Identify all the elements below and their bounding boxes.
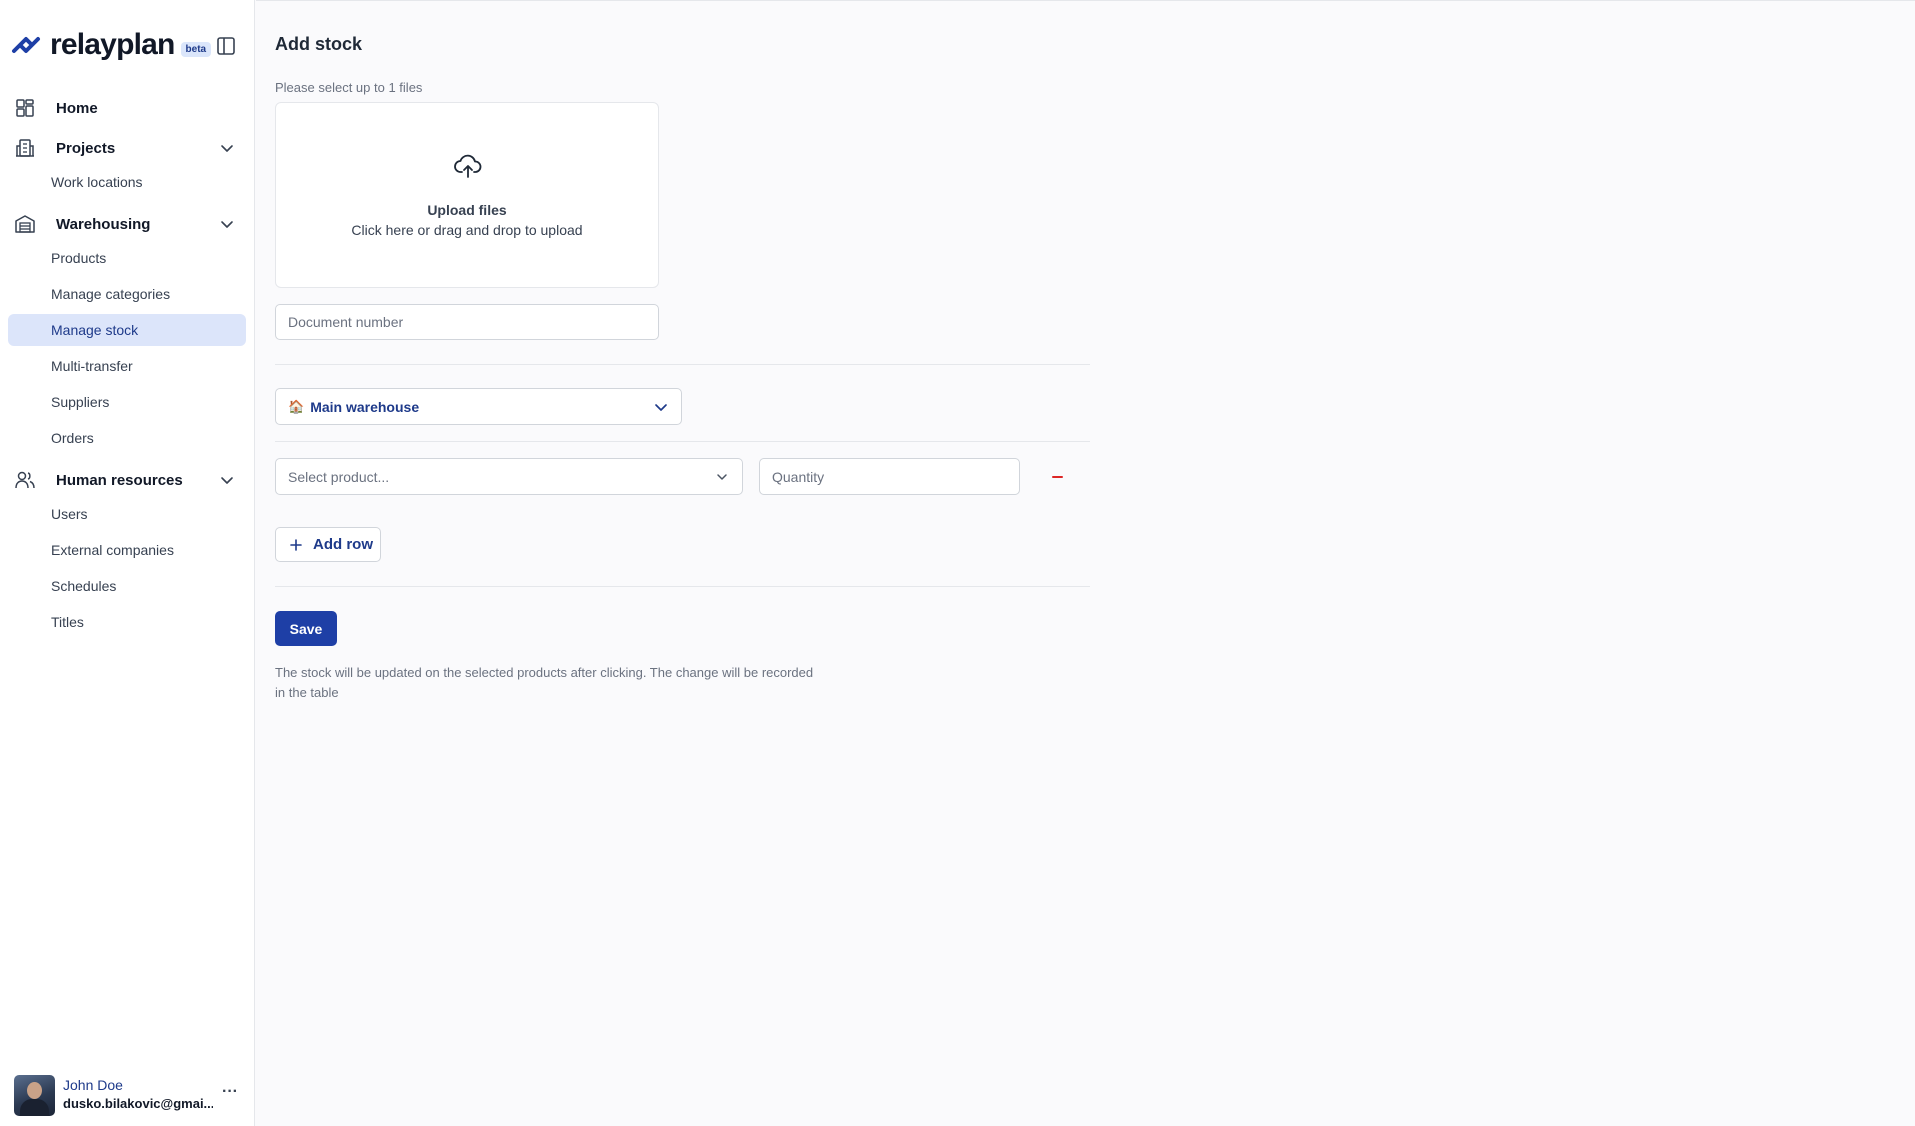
relayplan-logo-icon — [12, 37, 40, 53]
upload-subtitle: Click here or drag and drop to upload — [351, 222, 583, 238]
user-name: John Doe — [63, 1077, 123, 1093]
divider — [275, 364, 1090, 365]
sidebar-item-label: Home — [56, 99, 98, 117]
sidebar-item-orders[interactable]: Orders — [8, 422, 246, 454]
sidebar-item-products[interactable]: Products — [8, 242, 246, 274]
sidebar-item-home[interactable]: Home — [14, 94, 244, 122]
upload-hint: Please select up to 1 files — [275, 80, 423, 95]
plus-icon — [290, 538, 302, 551]
chevron-down-icon[interactable] — [218, 471, 236, 489]
sidebar-item-label: Titles — [51, 614, 84, 630]
user-profile[interactable]: John Doe dusko.bilakovic@gmai... ··· — [14, 1075, 244, 1117]
sidebar-item-external-companies[interactable]: External companies — [8, 534, 246, 566]
upload-title: Upload files — [427, 202, 507, 218]
sidebar-item-warehousing[interactable]: Warehousing — [14, 210, 244, 238]
chevron-down-icon — [717, 474, 727, 480]
sidebar-item-label: Orders — [51, 430, 94, 446]
sidebar-item-label: Multi-transfer — [51, 358, 133, 374]
save-button[interactable]: Save — [275, 611, 337, 646]
house-icon: 🏠 — [288, 398, 305, 414]
sidebar-item-label: Manage stock — [51, 322, 139, 338]
more-options-icon[interactable]: ··· — [222, 1083, 238, 1101]
sidebar-item-label: Manage categories — [51, 286, 171, 302]
sidebar-item-titles[interactable]: Titles — [8, 606, 246, 638]
sidebar-item-manage-stock[interactable]: Manage stock — [8, 314, 246, 346]
divider — [275, 586, 1090, 587]
cloud-upload-icon — [454, 154, 482, 178]
avatar — [14, 1075, 55, 1116]
beta-badge: beta — [180, 41, 212, 57]
sidebar-item-label: Warehousing — [56, 215, 151, 233]
sidebar-item-label: Products — [51, 250, 107, 266]
file-dropzone[interactable]: Upload files Click here or drag and drop… — [275, 102, 659, 288]
main-content: Add stock Please select up to 1 files Up… — [256, 0, 1915, 1126]
sidebar-item-manage-categories[interactable]: Manage categories — [8, 278, 246, 310]
sidebar-item-users[interactable]: Users — [8, 498, 246, 530]
page-title: Add stock — [275, 34, 363, 54]
remove-row-button[interactable] — [1046, 466, 1068, 488]
brand-logo[interactable]: relayplan beta — [8, 24, 240, 66]
divider — [275, 441, 1090, 442]
minus-icon — [1051, 476, 1063, 478]
sidebar-item-label: Human resources — [56, 471, 183, 489]
save-note: The stock will be updated on the selecte… — [275, 665, 814, 700]
product-select-placeholder: Select product... — [288, 468, 390, 485]
users-icon — [15, 471, 35, 489]
warehouse-select[interactable]: 🏠 Main warehouse — [275, 388, 682, 425]
building-icon — [16, 139, 34, 157]
chevron-down-icon — [655, 404, 667, 411]
warehouse-select-value: Main warehouse — [310, 398, 420, 415]
product-select[interactable]: Select product... — [275, 458, 743, 495]
sidebar-item-label: Suppliers — [51, 394, 110, 410]
sidebar-item-suppliers[interactable]: Suppliers — [8, 386, 246, 418]
document-number-input[interactable] — [275, 304, 659, 340]
sidebar-toggle-icon[interactable] — [215, 35, 237, 57]
sidebar-item-label: Schedules — [51, 578, 117, 594]
add-row-label: Add row — [313, 536, 373, 553]
sidebar-item-schedules[interactable]: Schedules — [8, 570, 246, 602]
user-email: dusko.bilakovic@gmai... — [63, 1096, 213, 1111]
warehouse-icon — [15, 215, 35, 233]
chevron-down-icon[interactable] — [218, 139, 236, 157]
sidebar-item-human-resources[interactable]: Human resources — [14, 466, 244, 494]
quantity-input[interactable] — [759, 458, 1020, 495]
sidebar-item-work-locations[interactable]: Work locations — [8, 166, 246, 198]
sidebar: relayplan beta Home Projects Work locati… — [0, 0, 255, 1126]
chevron-down-icon[interactable] — [218, 215, 236, 233]
sidebar-item-label: External companies — [51, 542, 174, 558]
grid-icon — [16, 99, 34, 117]
brand-name: relayplan — [50, 28, 175, 61]
sidebar-item-label: Projects — [56, 139, 116, 157]
sidebar-item-projects[interactable]: Projects — [14, 134, 244, 162]
sidebar-item-label: Users — [51, 506, 88, 522]
sidebar-item-label: Work locations — [51, 174, 143, 190]
sidebar-item-multi-transfer[interactable]: Multi-transfer — [8, 350, 246, 382]
add-row-button[interactable]: Add row — [275, 527, 381, 562]
